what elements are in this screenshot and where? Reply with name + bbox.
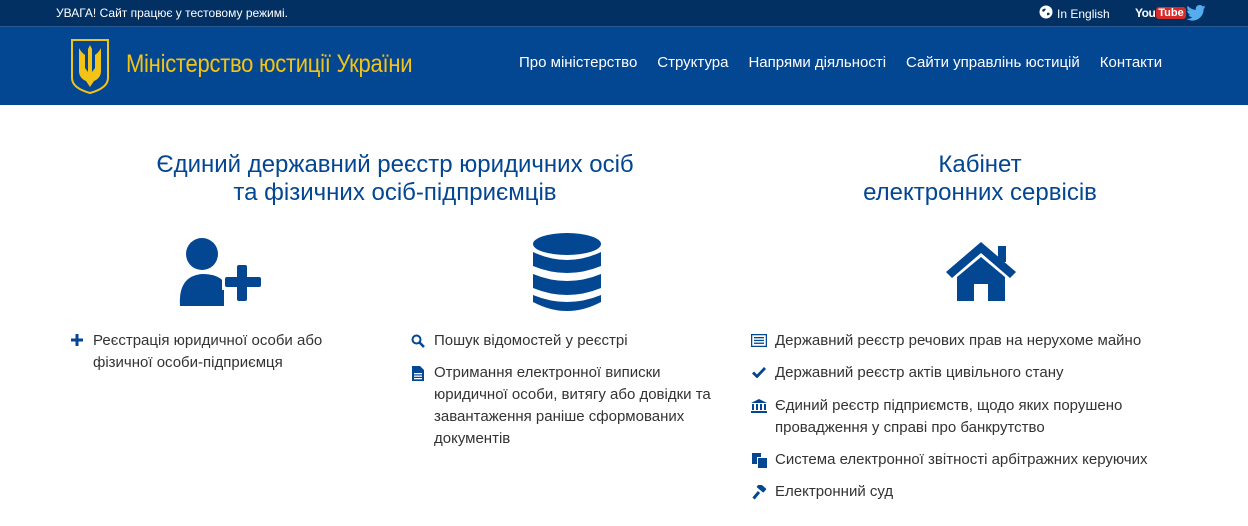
copy-documents-icon [750,453,768,468]
civil-status-registry-link[interactable]: Державний реєстр актів цивільного стану [750,362,1190,384]
english-link-label: In English [1057,6,1110,21]
gavel-icon [750,485,768,500]
top-bar: УВАГА! Сайт працює у тестовому режимі. I… [0,0,1248,27]
electronic-extract-link[interactable]: Отримання електронної виписки юридичної … [409,362,719,450]
site-title[interactable]: Міністерство юстиції України [126,50,413,79]
nav-activities[interactable]: Напрями діяльності [748,54,886,71]
plus-icon [68,334,86,346]
coat-of-arms-icon[interactable] [70,38,110,94]
cabinet-section-title: Кабінет електронних сервісів [863,151,1097,206]
globe-icon [1039,5,1053,22]
document-icon [409,366,427,381]
registry-search-link[interactable]: Пошук відомостей у реєстрі [409,330,719,352]
test-mode-notice: УВАГА! Сайт працює у тестовому режимі. [56,6,289,20]
nav-justice-sites[interactable]: Сайти управлінь юстицій [906,54,1080,71]
twitter-icon[interactable] [1186,5,1206,26]
main-nav: Про міністерство Структура Напрями діяль… [519,54,1162,71]
register-entity-link[interactable]: Реєстрація юридичної особи або фізичної … [68,330,368,374]
search-icon [409,334,427,348]
add-user-icon[interactable] [178,236,274,308]
electronic-court-link[interactable]: Електронний суд [750,481,1190,503]
property-rights-registry-link[interactable]: Державний реєстр речових прав на нерухом… [750,330,1190,352]
registry-section-title: Єдиний державний реєстр юридичних осіб т… [156,151,634,206]
home-icon[interactable] [944,240,1018,302]
nav-contacts[interactable]: Контакти [1100,54,1162,71]
bank-icon [750,399,768,413]
nav-about-ministry[interactable]: Про міністерство [519,54,637,71]
youtube-icon[interactable]: You Tube [1135,6,1186,20]
checkmark-icon [750,366,768,378]
database-icon[interactable] [532,232,602,314]
english-language-link[interactable]: In English [1039,5,1110,22]
bankruptcy-registry-link[interactable]: Єдиний реєстр підприємств, щодо яких пор… [750,395,1190,439]
nav-structure[interactable]: Структура [657,54,728,71]
arbitration-reporting-link[interactable]: Система електронної звітності арбітражни… [750,449,1190,471]
main-header: Міністерство юстиції України Про міністе… [0,27,1248,105]
list-box-icon [750,334,768,347]
